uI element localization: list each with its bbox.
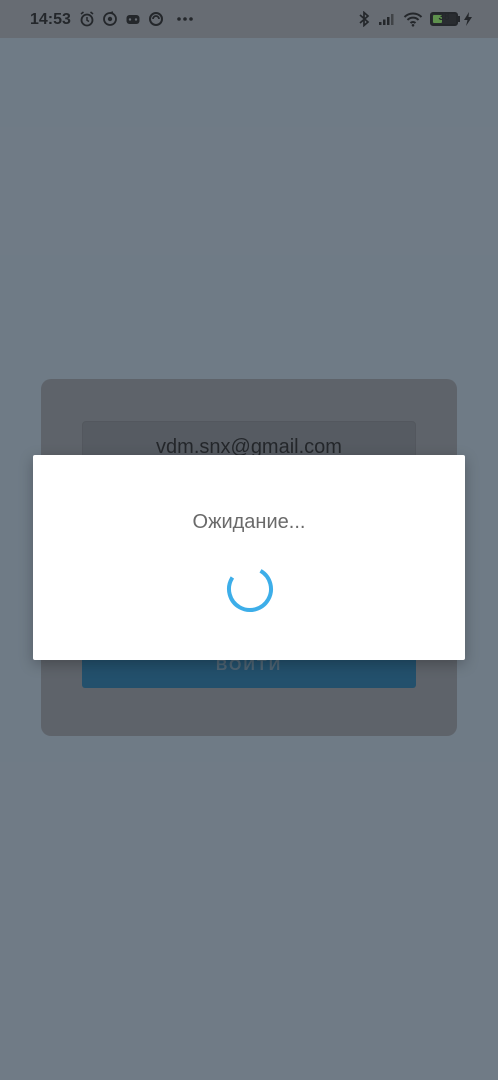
progress-dialog: Ожидание...: [33, 455, 465, 660]
dialog-message: Ожидание...: [192, 511, 306, 533]
loading-spinner-icon: [227, 566, 273, 612]
